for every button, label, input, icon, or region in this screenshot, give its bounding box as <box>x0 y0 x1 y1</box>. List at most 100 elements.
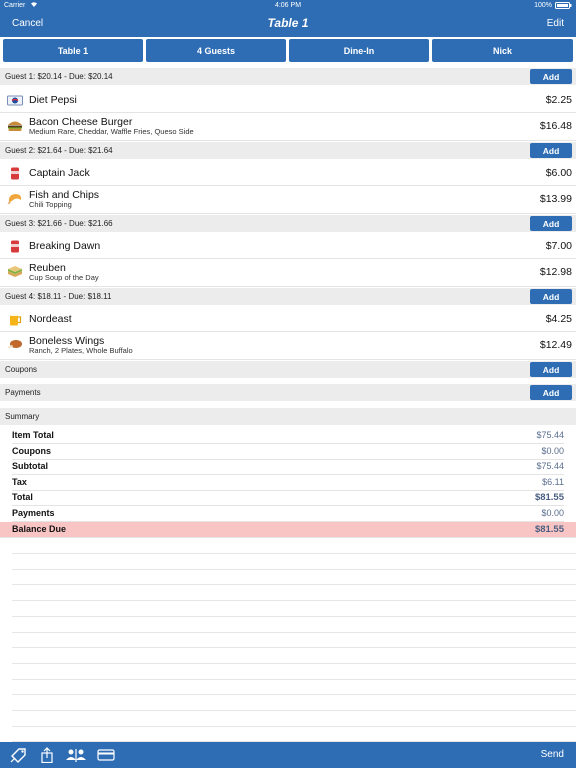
guest-header-label: Guest 2: $21.64 - Due: $21.64 <box>5 146 113 155</box>
summary-label: Payments <box>12 508 55 518</box>
table-button[interactable]: Table 1 <box>3 39 143 62</box>
add-coupon-button[interactable]: Add <box>530 362 572 377</box>
order-type-button[interactable]: Dine-In <box>289 39 429 62</box>
summary-label: Summary <box>5 412 40 421</box>
item-modifiers: Cup Soup of the Day <box>29 273 99 282</box>
blank-row-divider <box>12 663 576 664</box>
item-price: $12.98 <box>539 266 572 278</box>
item-price: $2.25 <box>545 94 572 106</box>
blank-row-divider <box>12 584 576 585</box>
guest-header-3: Guest 3: $21.66 - Due: $21.66 Add <box>0 215 576 232</box>
add-payment-button[interactable]: Add <box>530 385 572 400</box>
list-item[interactable]: Boneless Wings Ranch, 2 Plates, Whole Bu… <box>0 332 576 360</box>
list-item[interactable]: Breaking Dawn $7.00 <box>0 234 576 259</box>
navigation-bar: Cancel Table 1 Edit <box>0 12 576 37</box>
summary-value: $0.00 <box>541 446 564 456</box>
summary-label: Coupons <box>12 446 51 456</box>
summary-row-total: Total $81.55 <box>12 490 564 506</box>
summary-row-coupons: Coupons $0.00 <box>12 444 564 460</box>
blank-row-divider <box>12 553 576 554</box>
summary-label: Balance Due <box>12 524 67 534</box>
summary-value: $75.44 <box>536 430 564 440</box>
shrimp-icon <box>7 192 23 205</box>
summary-value: $6.11 <box>542 477 564 487</box>
summary-value: $81.55 <box>534 524 564 535</box>
blank-row-divider <box>12 726 576 727</box>
payments-label: Payments <box>5 388 41 397</box>
item-price: $16.48 <box>539 120 572 132</box>
item-name: Diet Pepsi <box>29 94 77 106</box>
add-item-button[interactable]: Add <box>530 69 572 84</box>
send-button[interactable]: Send <box>541 749 564 760</box>
page-title: Table 1 <box>267 16 309 30</box>
split-guests-icon[interactable] <box>65 747 87 763</box>
guest-header-label: Guest 4: $18.11 - Due: $18.11 <box>5 292 112 301</box>
server-button[interactable]: Nick <box>432 39 573 62</box>
guest-header-4: Guest 4: $18.11 - Due: $18.11 Add <box>0 288 576 305</box>
bottom-toolbar: Send <box>0 742 576 768</box>
credit-card-icon[interactable] <box>97 747 115 763</box>
summary-row-payments: Payments $0.00 <box>12 506 564 522</box>
beer-mug-icon <box>7 313 23 326</box>
sandwich-icon <box>7 265 23 278</box>
add-item-button[interactable]: Add <box>530 143 572 158</box>
edit-button[interactable]: Edit <box>547 18 564 29</box>
blank-row-divider <box>12 569 576 570</box>
blank-row-divider <box>12 600 576 601</box>
item-modifiers: Chili Topping <box>29 200 72 209</box>
summary-label: Tax <box>12 477 27 487</box>
battery-percent: 100% <box>534 2 552 9</box>
list-item[interactable]: Captain Jack $6.00 <box>0 161 576 186</box>
list-item[interactable]: Fish and Chips Chili Topping $13.99 <box>0 186 576 214</box>
summary-value: $0.00 <box>541 508 564 518</box>
summary-row-tax: Tax $6.11 <box>12 475 564 491</box>
list-item[interactable]: Bacon Cheese Burger Medium Rare, Cheddar… <box>0 113 576 141</box>
item-name: Breaking Dawn <box>29 240 101 252</box>
chicken-wing-icon <box>7 338 23 351</box>
guests-button[interactable]: 4 Guests <box>146 39 286 62</box>
share-icon[interactable] <box>38 747 56 764</box>
blank-row-divider <box>12 616 576 617</box>
summary-header: Summary <box>0 408 576 425</box>
item-price: $13.99 <box>539 193 572 205</box>
blank-row-divider <box>12 710 576 711</box>
guest-header-2: Guest 2: $21.64 - Due: $21.64 Add <box>0 142 576 159</box>
list-item[interactable]: Reuben Cup Soup of the Day $12.98 <box>0 259 576 287</box>
item-name: Captain Jack <box>29 167 90 179</box>
summary-label: Subtotal <box>12 461 48 471</box>
guest-header-1: Guest 1: $20.14 - Due: $20.14 Add <box>0 68 576 85</box>
blank-row-divider <box>12 679 576 680</box>
summary-label: Item Total <box>12 430 54 440</box>
summary-row-subtotal: Subtotal $75.44 <box>12 459 564 475</box>
blank-row-divider <box>12 694 576 695</box>
item-price: $12.49 <box>539 339 572 351</box>
summary-row-balance-due: Balance Due $81.55 <box>0 522 576 538</box>
burger-icon <box>7 119 23 132</box>
item-modifiers: Medium Rare, Cheddar, Waffle Fries, Ques… <box>29 127 194 136</box>
battery-icon <box>555 2 572 11</box>
list-item[interactable]: Nordeast $4.25 <box>0 307 576 332</box>
blank-row-divider <box>12 632 576 633</box>
summary-value: $75.44 <box>536 461 564 471</box>
item-price: $6.00 <box>545 167 572 179</box>
coupons-label: Coupons <box>5 365 38 374</box>
summary-row-item-total: Item Total $75.44 <box>12 428 564 444</box>
discount-tag-icon[interactable] <box>10 747 28 763</box>
soda-can-icon <box>7 167 23 180</box>
payments-header: Payments Add <box>0 384 576 401</box>
guest-header-label: Guest 3: $21.66 - Due: $21.66 <box>5 219 113 228</box>
status-bar: Carrier 4:06 PM 100% <box>0 0 576 12</box>
item-name: Nordeast <box>29 313 72 325</box>
soda-can-icon <box>7 240 23 253</box>
blank-row-divider <box>12 647 576 648</box>
add-item-button[interactable]: Add <box>530 216 572 231</box>
add-item-button[interactable]: Add <box>530 289 572 304</box>
coupons-header: Coupons Add <box>0 361 576 378</box>
clock: 4:06 PM <box>274 2 302 9</box>
pepsi-can-icon <box>7 94 23 107</box>
item-price: $4.25 <box>545 313 572 325</box>
item-modifiers: Ranch, 2 Plates, Whole Buffalo <box>29 346 133 355</box>
summary-value: $81.55 <box>534 492 564 503</box>
item-price: $7.00 <box>545 240 572 252</box>
list-item[interactable]: Diet Pepsi $2.25 <box>0 88 576 113</box>
